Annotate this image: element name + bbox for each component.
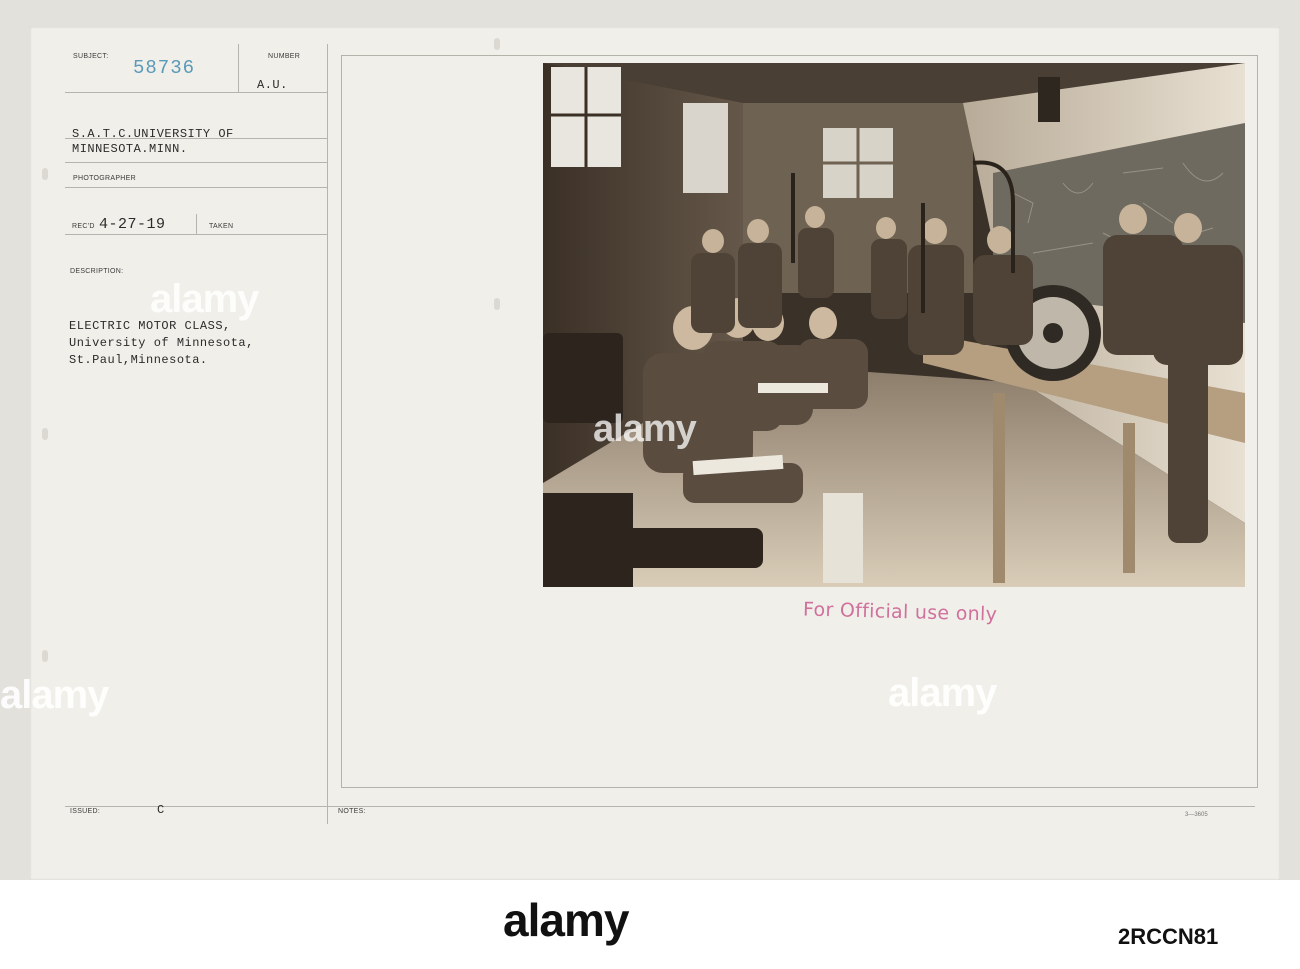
photograph: alamy [543, 63, 1245, 587]
issued-label: ISSUED: [70, 808, 101, 815]
photographer-label: PHOTOGRAPHER [73, 175, 136, 182]
watermark-photo-1: alamy [593, 408, 697, 450]
subject-rule [65, 92, 328, 93]
mount-hole [494, 38, 500, 50]
footer-rule [65, 806, 1255, 807]
watermark-card-1: alamy [150, 277, 259, 321]
subject-label: SUBJECT: [73, 53, 109, 60]
issued-value: C [157, 803, 165, 817]
taken-label: TAKEN [209, 223, 234, 230]
recd-label: REC'D [72, 223, 95, 230]
number-value: A.U. [257, 78, 288, 92]
description-label: DESCRIPTION: [70, 268, 124, 275]
watermark-card-2: alamy [0, 673, 109, 717]
recd-date: 4-27-19 [99, 216, 166, 233]
subject-line-1: S.A.T.C.UNIVERSITY OF [72, 127, 234, 141]
subject-line-2: MINNESOTA.MINN. [72, 142, 188, 156]
subject-number-divider [238, 44, 239, 92]
recd-taken-divider [196, 214, 197, 234]
watermark-card-3: alamy [888, 671, 997, 715]
mount-hole [42, 168, 48, 180]
number-label: NUMBER [268, 53, 301, 60]
description-line-2: University of Minnesota, [69, 336, 254, 350]
brand-logo[interactable]: alamy [503, 893, 629, 947]
footer-bar [0, 880, 1300, 969]
subject-line2-rule [65, 162, 328, 163]
serial-number: 58736 [133, 57, 196, 79]
image-id: 2RCCN81 [1118, 924, 1219, 949]
notes-label: NOTES: [338, 808, 366, 815]
description-line-3: St.Paul,Minnesota. [69, 353, 208, 367]
mount-hole [42, 650, 48, 662]
left-column-divider [327, 44, 328, 824]
mount-hole [42, 428, 48, 440]
photograph-illustration [543, 63, 1245, 587]
photographer-rule [65, 187, 328, 188]
form-code: 3—3605 [1185, 812, 1208, 818]
recd-rule [65, 234, 328, 235]
